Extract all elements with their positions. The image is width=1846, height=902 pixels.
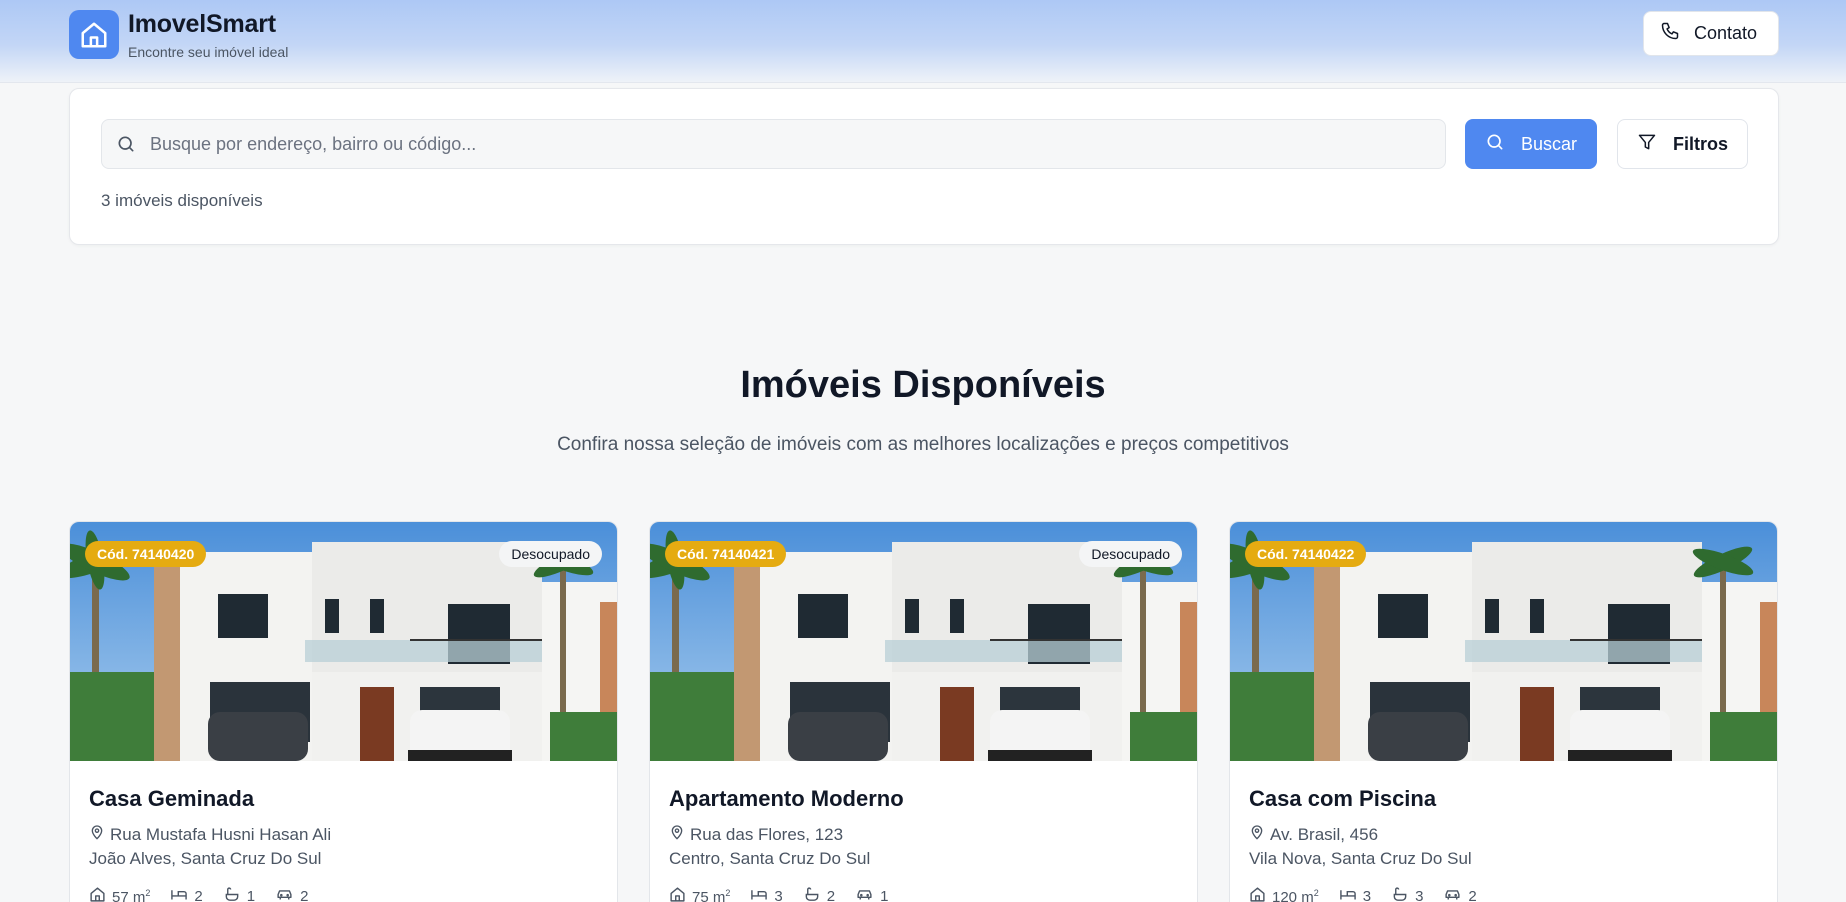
feature-area: 75 m2 bbox=[669, 886, 730, 902]
map-pin-icon bbox=[89, 824, 105, 845]
filters-button-label: Filtros bbox=[1672, 133, 1728, 154]
brand-name[interactable]: ImovelSmart bbox=[128, 10, 276, 39]
results-count: 3 imóveis disponíveis bbox=[101, 191, 263, 210]
property-card[interactable]: Cód. 74140420 Desocupado Casa Geminada R… bbox=[69, 521, 618, 902]
property-street: Rua das Flores, 123 bbox=[690, 824, 844, 844]
property-features: 75 m2 3 2 1 bbox=[669, 886, 888, 902]
property-code-badge: Cód. 74140420 bbox=[85, 541, 207, 567]
section-subtitle: Confira nossa seleção de imóveis com as … bbox=[557, 434, 1289, 455]
bed-icon bbox=[1339, 886, 1357, 902]
property-district: Vila Nova, Santa Cruz Do Sul bbox=[1249, 849, 1472, 868]
property-address: Rua Mustafa Husni Hasan Ali bbox=[89, 824, 331, 845]
property-title[interactable]: Apartamento Moderno bbox=[669, 786, 904, 812]
property-address: Rua das Flores, 123 bbox=[669, 824, 843, 845]
section-title: Imóveis Disponíveis bbox=[740, 364, 1106, 406]
feature-area: 120 m2 bbox=[1249, 886, 1319, 902]
property-address: Av. Brasil, 456 bbox=[1249, 824, 1378, 845]
home-area-icon bbox=[669, 886, 686, 902]
property-district: João Alves, Santa Cruz Do Sul bbox=[89, 849, 322, 868]
filters-button[interactable]: Filtros bbox=[1617, 119, 1748, 169]
parking-value: 2 bbox=[300, 888, 309, 902]
bed-icon bbox=[750, 886, 768, 902]
property-title[interactable]: Casa Geminada bbox=[89, 786, 254, 812]
bath-icon bbox=[223, 886, 241, 902]
filter-icon bbox=[1637, 132, 1657, 157]
area-value: 57 m bbox=[112, 888, 146, 902]
property-street: Rua Mustafa Husni Hasan Ali bbox=[110, 824, 332, 844]
property-street: Av. Brasil, 456 bbox=[1270, 824, 1379, 844]
home-area-icon bbox=[89, 886, 106, 902]
bedrooms-value: 3 bbox=[774, 888, 783, 902]
parking-value: 2 bbox=[1468, 888, 1477, 902]
feature-bathrooms: 3 bbox=[1391, 886, 1423, 902]
map-pin-icon bbox=[669, 824, 685, 845]
car-icon bbox=[1443, 886, 1462, 902]
search-field[interactable] bbox=[101, 119, 1446, 169]
feature-bedrooms: 3 bbox=[1339, 886, 1371, 902]
bath-icon bbox=[803, 886, 821, 902]
feature-parking: 1 bbox=[855, 886, 888, 902]
feature-parking: 2 bbox=[275, 886, 308, 902]
property-status-badge: Desocupado bbox=[499, 541, 602, 567]
property-features: 57 m2 2 1 2 bbox=[89, 886, 308, 902]
house-icon[interactable] bbox=[69, 10, 119, 59]
property-code-badge: Cód. 74140422 bbox=[1245, 541, 1367, 567]
contact-button[interactable]: Contato bbox=[1643, 11, 1779, 56]
parking-value: 1 bbox=[880, 888, 889, 902]
search-button-label: Buscar bbox=[1520, 133, 1578, 154]
bathrooms-value: 1 bbox=[246, 888, 256, 902]
search-input[interactable] bbox=[150, 120, 1430, 168]
feature-bedrooms: 2 bbox=[170, 886, 203, 902]
top-header: ImovelSmart Encontre seu imóvel ideal Co… bbox=[0, 0, 1846, 83]
bath-icon bbox=[1391, 886, 1409, 902]
contact-label: Contato bbox=[1694, 23, 1758, 43]
search-icon bbox=[1485, 132, 1505, 157]
bedrooms-value: 3 bbox=[1362, 888, 1372, 902]
bed-icon bbox=[170, 886, 188, 902]
home-area-icon bbox=[1249, 886, 1266, 902]
property-status-badge: Desocupado bbox=[1079, 541, 1182, 567]
search-button[interactable]: Buscar bbox=[1465, 119, 1597, 169]
area-value: 75 m bbox=[692, 888, 726, 902]
brand-tagline: Encontre seu imóvel ideal bbox=[128, 44, 289, 60]
area-value: 120 m bbox=[1272, 888, 1314, 902]
property-code-badge: Cód. 74140421 bbox=[665, 541, 787, 567]
search-icon bbox=[116, 134, 136, 159]
car-icon bbox=[855, 886, 874, 902]
feature-area: 57 m2 bbox=[89, 886, 150, 902]
bathrooms-value: 3 bbox=[1415, 888, 1424, 902]
search-panel: Buscar Filtros 3 imóveis disponíveis bbox=[69, 88, 1779, 245]
property-features: 120 m2 3 3 2 bbox=[1249, 886, 1477, 902]
phone-icon bbox=[1660, 21, 1680, 46]
map-pin-icon bbox=[1249, 824, 1265, 845]
property-card[interactable]: Cód. 74140422 Casa com Piscina Av. Brasi… bbox=[1229, 521, 1778, 902]
feature-bathrooms: 1 bbox=[223, 886, 255, 902]
feature-bathrooms: 2 bbox=[803, 886, 835, 902]
property-district: Centro, Santa Cruz Do Sul bbox=[669, 849, 871, 868]
car-icon bbox=[275, 886, 294, 902]
feature-parking: 2 bbox=[1443, 886, 1477, 902]
property-card[interactable]: Cód. 74140421 Desocupado Apartamento Mod… bbox=[649, 521, 1198, 902]
bathrooms-value: 2 bbox=[826, 888, 836, 902]
bedrooms-value: 2 bbox=[194, 888, 203, 902]
property-title[interactable]: Casa com Piscina bbox=[1249, 786, 1436, 812]
feature-bedrooms: 3 bbox=[750, 886, 783, 902]
